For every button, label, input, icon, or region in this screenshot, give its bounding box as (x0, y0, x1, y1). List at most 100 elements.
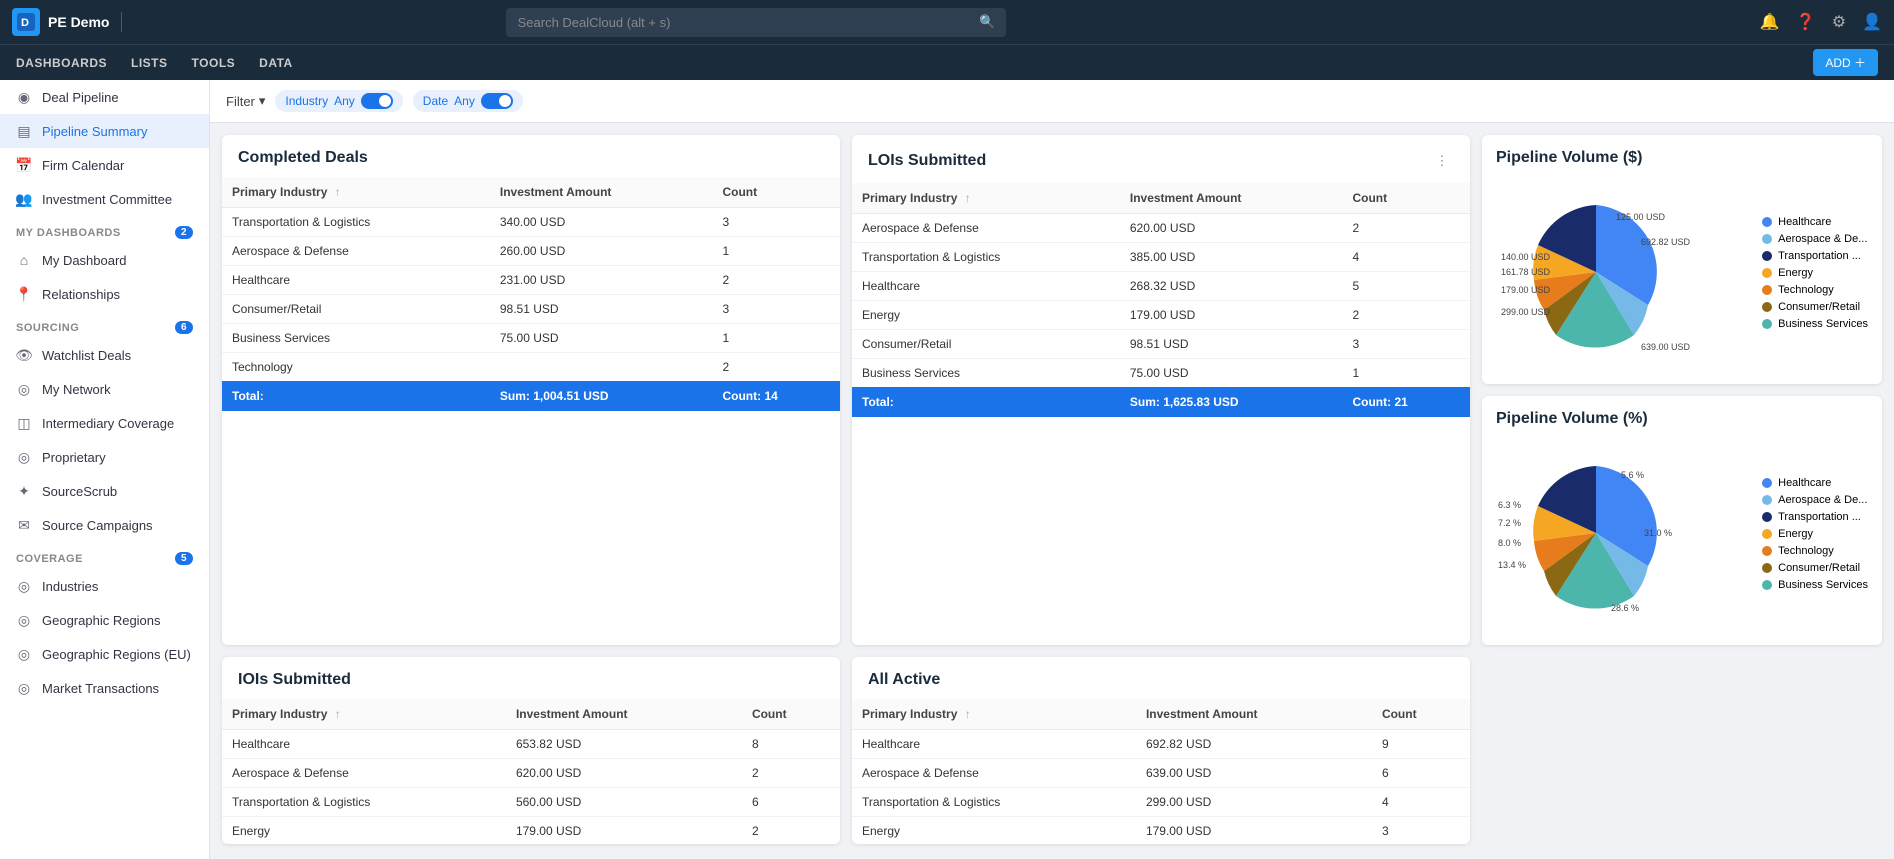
pipeline-dollar-legend: Healthcare Aerospace & De... Transportat… (1762, 216, 1868, 330)
nav-dashboards[interactable]: DASHBOARDS (16, 48, 107, 78)
section-sourcing[interactable]: SOURCING 6 (0, 311, 209, 338)
industry-cell[interactable]: Aerospace & Defense (852, 214, 1120, 243)
svg-text:125.00 USD: 125.00 USD (1616, 212, 1666, 222)
industry-cell[interactable]: Business Services (222, 324, 490, 353)
sidebar-item-my-network[interactable]: ◎ My Network (0, 372, 209, 406)
count-cell: 1 (1342, 359, 1470, 388)
search-input[interactable] (506, 8, 1006, 37)
section-my-dashboards[interactable]: MY DASHBOARDS 2 (0, 216, 209, 243)
top-nav: D PE Demo 🔍 🔔 ❓ ⚙ 👤 DASHBOARDS LISTS TOO… (0, 0, 1894, 80)
date-filter-pill[interactable]: Date Any (413, 90, 523, 112)
sidebar-item-firm-calendar[interactable]: 📅 Firm Calendar (0, 148, 209, 182)
industry-cell[interactable]: Energy (222, 817, 506, 845)
sidebar-item-intermediary-coverage[interactable]: ◫ Intermediary Coverage (0, 406, 209, 440)
industry-toggle[interactable] (361, 93, 393, 109)
industry-cell[interactable]: Business Services (852, 359, 1120, 388)
notifications-icon[interactable]: 🔔 (1760, 12, 1780, 32)
industry-cell[interactable]: Healthcare (852, 730, 1136, 759)
all-active-col-amount: Investment Amount (1136, 699, 1372, 730)
industry-cell[interactable]: Transportation & Logistics (222, 208, 490, 237)
amount-cell: 75.00 USD (1120, 359, 1343, 388)
industry-cell[interactable]: Energy (852, 817, 1136, 845)
amount-cell: 75.00 USD (490, 324, 713, 353)
svg-text:28.6 %: 28.6 % (1611, 603, 1639, 613)
settings-icon[interactable]: ⚙ (1832, 12, 1846, 32)
sidebar: ◉ Deal Pipeline ▤ Pipeline Summary 📅 Fir… (0, 80, 210, 859)
table-row: Technology2 (222, 353, 840, 382)
count-cell: 4 (1372, 788, 1470, 817)
industry-cell[interactable]: Healthcare (222, 730, 506, 759)
industry-cell[interactable]: Aerospace & Defense (222, 759, 506, 788)
sidebar-item-watchlist-deals[interactable]: 👁 Watchlist Deals (0, 338, 209, 372)
sidebar-item-market-transactions[interactable]: ◎ Market Transactions (0, 671, 209, 705)
industries-icon: ◎ (16, 578, 32, 594)
sidebar-item-investment-committee[interactable]: 👥 Investment Committee (0, 182, 209, 216)
svg-text:299.00 USD: 299.00 USD (1501, 307, 1551, 317)
svg-text:31.0 %: 31.0 % (1644, 528, 1672, 538)
search-icon: 🔍 (979, 14, 995, 30)
sidebar-item-my-dashboard[interactable]: ⌂ My Dashboard (0, 243, 209, 277)
second-nav: DASHBOARDS LISTS TOOLS DATA ADD ＋ (0, 44, 1894, 80)
sidebar-label-market-transactions: Market Transactions (42, 681, 159, 696)
pipeline-pct-legend: Healthcare Aerospace & De... Transportat… (1762, 477, 1868, 591)
iois-col-count: Count (742, 699, 840, 730)
sidebar-label-source-campaigns: Source Campaigns (42, 518, 153, 533)
lois-menu-button[interactable]: ⋮ (1430, 149, 1454, 173)
sidebar-item-relationships[interactable]: 📍 Relationships (0, 277, 209, 311)
industry-cell[interactable]: Aerospace & Defense (222, 237, 490, 266)
pie-pct-container: 5.6 % 6.3 % 7.2 % 8.0 % 13.4 % 31.0 % 28… (1496, 446, 1696, 621)
svg-text:6.3 %: 6.3 % (1498, 500, 1521, 510)
industry-cell[interactable]: Healthcare (852, 272, 1120, 301)
industry-cell[interactable]: Transportation & Logistics (852, 788, 1136, 817)
sidebar-item-geographic-regions[interactable]: ◎ Geographic Regions (0, 603, 209, 637)
lois-total-count: Count: 21 (1342, 387, 1470, 417)
nav-lists[interactable]: LISTS (131, 48, 168, 78)
table-row: Healthcare231.00 USD2 (222, 266, 840, 295)
industry-cell[interactable]: Transportation & Logistics (222, 788, 506, 817)
sidebar-item-source-campaigns[interactable]: ✉ Source Campaigns (0, 508, 209, 542)
source-campaigns-icon: ✉ (16, 517, 32, 533)
sidebar-label-deal-pipeline: Deal Pipeline (42, 90, 119, 105)
industry-cell[interactable]: Healthcare (222, 266, 490, 295)
industry-pill-value: Any (334, 94, 355, 108)
table-row: Transportation & Logistics299.00 USD4 (852, 788, 1470, 817)
sidebar-item-deal-pipeline[interactable]: ◉ Deal Pipeline (0, 80, 209, 114)
nav-data[interactable]: DATA (259, 48, 293, 78)
table-row: Consumer/Retail98.51 USD3 (222, 295, 840, 324)
industry-cell[interactable]: Technology (222, 353, 490, 382)
section-coverage[interactable]: COVERAGE 5 (0, 542, 209, 569)
sidebar-label-sourcescrub: SourceScrub (42, 484, 117, 499)
pie-dollar-svg: 125.00 USD 140.00 USD 161.78 USD 179.00 … (1496, 185, 1696, 360)
section-label-sourcing: SOURCING (16, 322, 79, 334)
iois-title: IOIs Submitted (222, 657, 840, 699)
sidebar-item-pipeline-summary[interactable]: ▤ Pipeline Summary (0, 114, 209, 148)
filter-button[interactable]: Filter ▾ (226, 93, 265, 109)
lois-total-label: Total: (852, 387, 1120, 417)
table-row: Business Services75.00 USD1 (222, 324, 840, 353)
help-icon[interactable]: ❓ (1796, 12, 1816, 32)
industry-cell[interactable]: Consumer/Retail (222, 295, 490, 324)
sidebar-item-proprietary[interactable]: ◎ Proprietary (0, 440, 209, 474)
nav-icons: 🔔 ❓ ⚙ 👤 (1760, 12, 1882, 32)
table-row: Aerospace & Defense260.00 USD1 (222, 237, 840, 266)
sidebar-item-industries[interactable]: ◎ Industries (0, 569, 209, 603)
industry-cell[interactable]: Energy (852, 301, 1120, 330)
count-cell: 8 (742, 730, 840, 759)
amount-cell: 620.00 USD (506, 759, 742, 788)
app-body: ◉ Deal Pipeline ▤ Pipeline Summary 📅 Fir… (0, 80, 1894, 859)
add-button[interactable]: ADD ＋ (1813, 49, 1878, 76)
sidebar-item-sourcescrub[interactable]: ✦ SourceScrub (0, 474, 209, 508)
nav-tools[interactable]: TOOLS (192, 48, 236, 78)
industry-cell[interactable]: Consumer/Retail (852, 330, 1120, 359)
industry-filter-pill[interactable]: Industry Any (275, 90, 402, 112)
legend-transportation: Transportation ... (1762, 250, 1868, 262)
relationships-icon: 📍 (16, 286, 32, 302)
date-toggle[interactable] (481, 93, 513, 109)
amount-cell: 340.00 USD (490, 208, 713, 237)
lois-title: LOIs Submitted (868, 152, 986, 170)
user-icon[interactable]: 👤 (1862, 12, 1882, 32)
industry-cell[interactable]: Aerospace & Defense (852, 759, 1136, 788)
svg-text:161.78 USD: 161.78 USD (1501, 267, 1551, 277)
industry-cell[interactable]: Transportation & Logistics (852, 243, 1120, 272)
sidebar-item-geographic-regions-eu[interactable]: ◎ Geographic Regions (EU) (0, 637, 209, 671)
